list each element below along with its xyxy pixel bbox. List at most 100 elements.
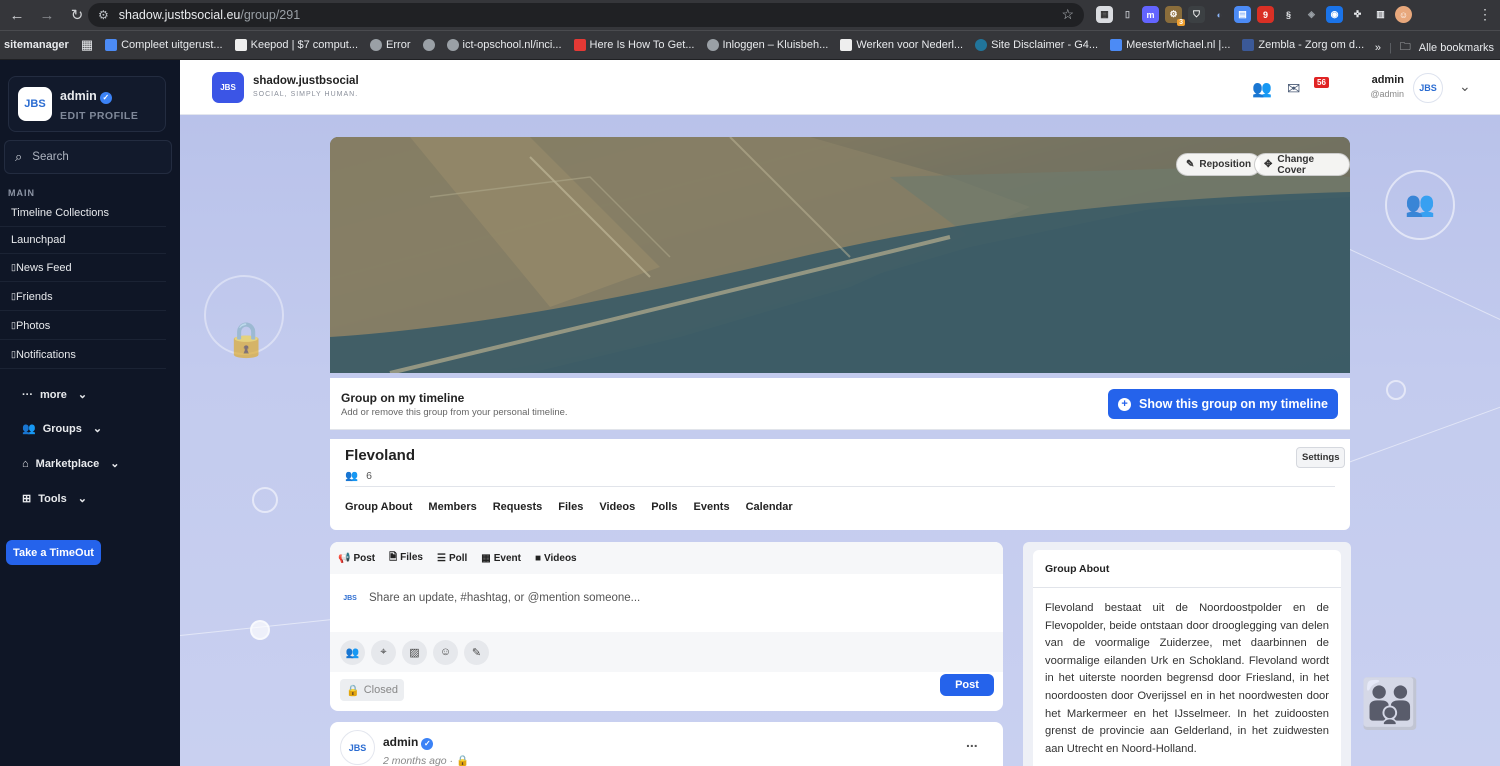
extension-icon[interactable]: ⚙ 3 (1165, 6, 1185, 26)
composer-tab-files[interactable]: 🗎 Files (389, 550, 423, 567)
site-info-icon[interactable]: ⚙ (98, 8, 109, 22)
sidebar-item-timeline-collections[interactable]: Timeline Collections (0, 199, 166, 227)
extension-icon[interactable]: ◐ (1211, 6, 1228, 23)
take-timeout-button[interactable]: Take a TimeOut (6, 540, 101, 565)
post-author[interactable]: admin ✓ (383, 735, 434, 750)
bookmark-item[interactable]: Error (370, 39, 411, 51)
back-icon[interactable]: ← (4, 2, 30, 28)
brand-logo[interactable]: JBS (212, 72, 244, 103)
group-member-count[interactable]: 👥 6 (345, 469, 372, 483)
forward-icon[interactable]: → (34, 2, 60, 28)
puzzle-icon[interactable]: ✜ (1349, 6, 1366, 23)
location-pin-icon[interactable]: ⌖ (371, 639, 396, 665)
extension-icon[interactable]: ▦ (1096, 6, 1113, 23)
brush-icon[interactable]: ✎ (464, 639, 489, 665)
group-tabs: Group About Members Requests Files Video… (345, 501, 793, 513)
header-user[interactable]: admin @admin (1360, 74, 1404, 99)
globe-icon (446, 39, 459, 51)
mastodon-icon[interactable]: m (1142, 6, 1159, 23)
reposition-button[interactable]: ✎ Reposition (1176, 153, 1262, 176)
emoji-icon[interactable]: ☺ (433, 639, 458, 665)
change-cover-button[interactable]: ✥ Change Cover (1254, 153, 1350, 176)
bookmark-item[interactable]: Zembla - Zorg om d... (1242, 39, 1364, 51)
megaphone-icon: 📢 (338, 552, 351, 564)
sidebar-item-news-feed[interactable]: ▯ News Feed (0, 254, 166, 282)
extension-icon[interactable]: ◉ (1326, 6, 1343, 23)
composer-tools: 👥 ⌖ ▨ ☺ ✎ (330, 632, 1003, 672)
composer-tab-videos[interactable]: ■ Videos (535, 553, 577, 564)
tag-users-icon[interactable]: 👥 (340, 639, 365, 665)
avatar[interactable]: JBS (18, 87, 52, 121)
about-text: Flevoland bestaat uit de Noordoostpolder… (1045, 602, 1329, 755)
sidebar-item-friends[interactable]: ▯ Friends (0, 283, 166, 311)
avatar[interactable]: JBS (340, 730, 375, 765)
tab-requests[interactable]: Requests (493, 501, 543, 513)
edit-profile-link[interactable]: EDIT PROFILE (60, 110, 138, 122)
bookmark-item[interactable]: Inloggen – Kluisbeh... (706, 39, 828, 51)
sidebar-item-marketplace[interactable]: ⌂ Marketplace ⌄ (22, 457, 119, 471)
sidebar-item-launchpad[interactable]: Launchpad (0, 226, 166, 254)
post-button[interactable]: Post (940, 674, 994, 696)
group-timeline-toggle: Group on my timeline Add or remove this … (330, 378, 1350, 430)
bookmark-item[interactable]: Site Disclaimer - G4... (975, 39, 1098, 51)
bookmark-item[interactable]: sitemanager (4, 39, 69, 51)
calendar-icon: ▦ (481, 552, 491, 564)
composer-input[interactable]: JBS Share an update, #hashtag, or @menti… (341, 589, 640, 607)
all-bookmarks-link[interactable]: Alle bookmarks (1419, 42, 1494, 54)
left-sidebar: JBS admin ✓ EDIT PROFILE ⌕ Search MAIN Ti… (0, 60, 180, 766)
profile-name[interactable]: admin ✓ (60, 89, 112, 104)
brand-name[interactable]: shadow.justbsocial (253, 75, 359, 87)
envelope-icon[interactable]: ✉ (1287, 79, 1300, 99)
extension-icon[interactable]: ▤ (1234, 6, 1251, 23)
extension-icon[interactable]: ▯ (1119, 6, 1136, 23)
store-icon: ⌂ (22, 457, 29, 470)
bookmark-item[interactable]: ict-opschool.nl/inci... (446, 39, 562, 51)
bookmark-item[interactable]: Werken voor Nederl... (840, 39, 963, 51)
chevron-double-right-icon[interactable]: » (1375, 42, 1381, 54)
group-settings-button[interactable]: Settings (1296, 447, 1346, 468)
tab-events[interactable]: Events (694, 501, 730, 513)
browser-menu-icon[interactable]: ⋮ (1478, 6, 1492, 23)
composer-tab-event[interactable]: ▦ Event (481, 553, 521, 564)
tab-group-about[interactable]: Group About (345, 501, 412, 513)
tab-members[interactable]: Members (428, 501, 476, 513)
sidebar-toggle-icon[interactable]: ▥ (1372, 6, 1389, 23)
image-icon[interactable]: ▨ (402, 639, 427, 665)
feed-post: JBS admin ✓ 2 months ago · 🔒 ... (330, 722, 1003, 766)
tab-files[interactable]: Files (558, 501, 583, 513)
profile-card[interactable]: JBS admin ✓ EDIT PROFILE (8, 76, 166, 132)
profile-avatar-icon[interactable]: ☺ (1395, 6, 1412, 23)
browser-toolbar: ← → ↻ ⚙ shadow.justbsocial.eu/group/291 … (0, 0, 1500, 30)
sidebar-item-photos[interactable]: ▯ Photos (0, 312, 166, 340)
post-menu-button[interactable]: ... (966, 734, 978, 750)
composer-tab-poll[interactable]: ☰ Poll (437, 553, 467, 564)
sidebar-item-tools[interactable]: ⊞ Tools ⌄ (22, 492, 87, 506)
address-bar[interactable]: ⚙ shadow.justbsocial.eu/group/291 ☆ (88, 3, 1084, 27)
tab-videos[interactable]: Videos (599, 501, 635, 513)
friends-icon[interactable]: 👥 (1252, 79, 1272, 99)
bookmark-item[interactable]: Keepod | $7 comput... (234, 39, 358, 51)
extension-icon[interactable]: 9 (1257, 6, 1274, 23)
privacy-selector[interactable]: 🔒 Closed (340, 679, 404, 701)
show-on-timeline-button[interactable]: + Show this group on my timeline (1108, 389, 1338, 419)
apps-grid-icon[interactable]: ▦ (81, 37, 93, 53)
tab-polls[interactable]: Polls (651, 501, 677, 513)
bookmark-item[interactable]: Compleet uitgerust... (105, 39, 223, 51)
tab-calendar[interactable]: Calendar (746, 501, 793, 513)
extension-icon[interactable]: ◈ (1303, 6, 1320, 23)
extension-icon[interactable]: § (1280, 6, 1297, 23)
bookmark-item[interactable]: MeesterMichael.nl |... (1110, 39, 1230, 51)
sidebar-item-groups[interactable]: 👥 Groups ⌄ (22, 422, 102, 436)
chevron-down-icon[interactable]: ⌄ (1459, 78, 1471, 95)
avatar[interactable]: JBS (1413, 73, 1443, 103)
bookmark-favicon-icon (105, 39, 118, 51)
bookmark-star-icon[interactable]: ☆ (1061, 6, 1074, 23)
bookmark-item[interactable]: Here Is How To Get... (573, 39, 695, 51)
sidebar-item-notifications[interactable]: ▯ Notifications (0, 341, 166, 369)
search-input[interactable]: ⌕ Search (4, 140, 172, 174)
bookmark-item[interactable] (422, 39, 435, 51)
reload-icon[interactable]: ↻ (64, 2, 90, 28)
sidebar-item-more[interactable]: ··· more ⌄ (22, 388, 87, 402)
composer-tab-post[interactable]: 📢 Post (338, 553, 375, 564)
shield-icon[interactable]: ⛉ (1188, 6, 1205, 23)
